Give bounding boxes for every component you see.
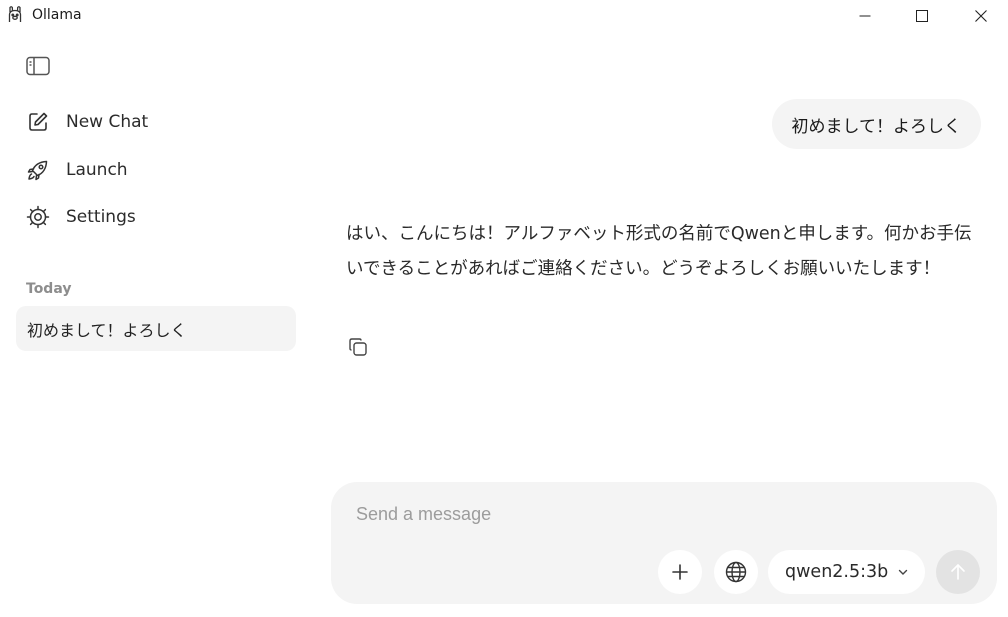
new-chat-button[interactable]: New Chat [24,106,294,138]
chevron-down-icon [897,566,909,578]
model-selector[interactable]: qwen2.5:3b [768,550,926,594]
arrow-up-icon [951,564,965,580]
settings-button[interactable]: Settings [24,201,294,233]
message-composer: qwen2.5:3b [331,482,997,604]
app-window: Ollama New Chat Launch Settings Today 初め… [0,0,1008,617]
app-title: Ollama [32,7,82,23]
message-input[interactable] [356,504,956,525]
send-button[interactable] [936,550,980,594]
sidebar: New Chat Launch Settings Today 初めまして！よろし… [0,32,312,617]
close-button[interactable] [958,0,1004,32]
copy-button[interactable] [346,335,370,359]
title-bar: Ollama [0,0,1008,32]
chat-area: 初めまして！よろしく はい、こんにちは！アルファベット形式の名前でQwenと申し… [312,32,1008,617]
rocket-icon [24,156,52,184]
globe-icon [725,561,747,583]
sidebar-toggle-button[interactable] [24,52,52,80]
minimize-icon [859,15,871,17]
plus-icon [672,564,688,580]
launch-button[interactable]: Launch [24,154,294,186]
gear-icon [24,203,52,231]
ollama-logo-icon [7,5,23,25]
edit-icon [24,108,52,136]
web-search-button[interactable] [714,550,758,594]
nav-label-settings: Settings [66,207,136,227]
sidebar-toggle-icon [26,56,50,76]
minimize-button[interactable] [842,0,888,32]
history-item[interactable]: 初めまして！よろしく [16,306,296,351]
user-message: 初めまして！よろしく [771,99,981,149]
assistant-message: はい、こんにちは！アルファベット形式の名前でQwenと申します。何かお手伝いでき… [346,224,972,279]
close-icon [975,10,987,22]
model-name: qwen2.5:3b [785,562,889,582]
maximize-button[interactable] [899,0,945,32]
attach-button[interactable] [658,550,702,594]
history-section-label: Today [26,281,72,297]
nav-label-new-chat: New Chat [66,112,149,132]
maximize-icon [916,10,928,22]
nav-label-launch: Launch [66,160,128,180]
copy-icon [349,338,367,356]
